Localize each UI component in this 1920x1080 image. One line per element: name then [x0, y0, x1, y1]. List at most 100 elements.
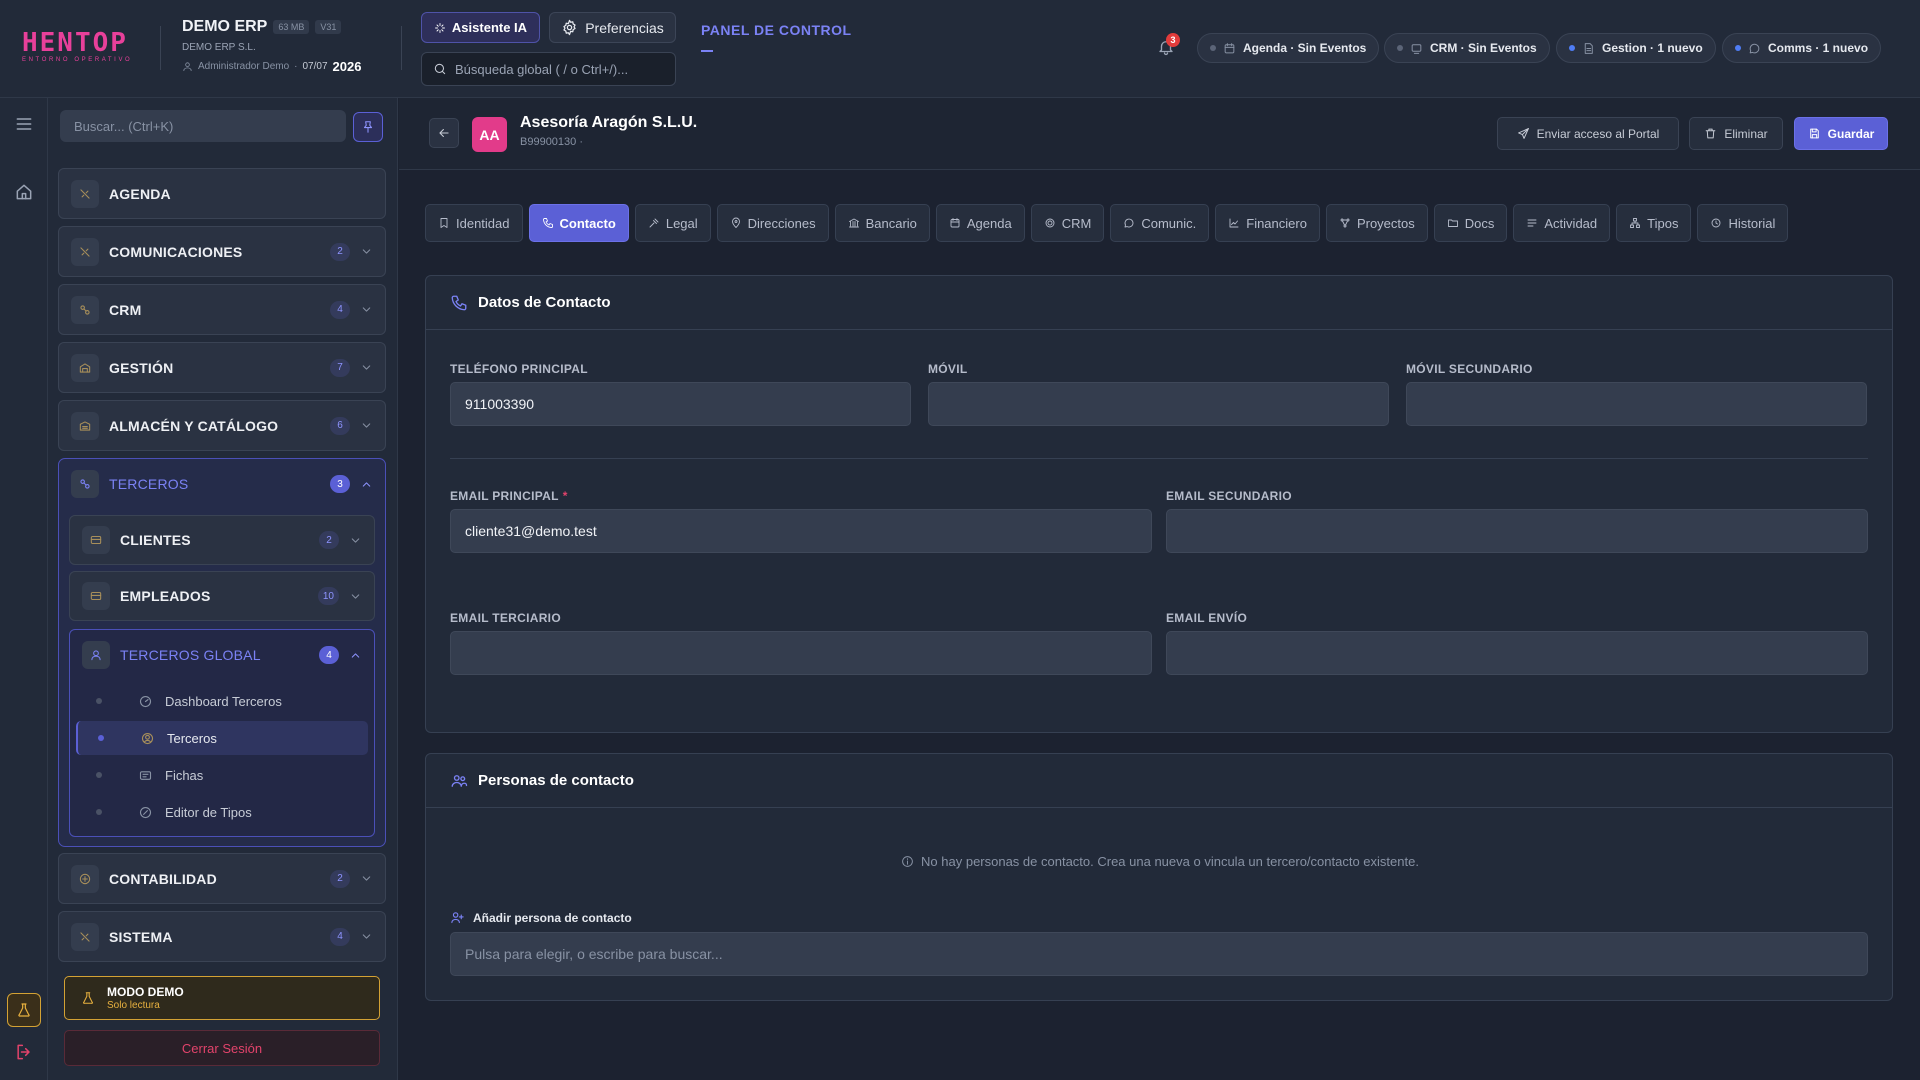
sidebar-leaf-fichas[interactable]: Fichas	[76, 758, 368, 792]
hierarchy-icon	[1630, 218, 1641, 228]
sidebar-search-input[interactable]: Buscar... (Ctrl+K)	[60, 110, 346, 142]
save-button[interactable]: Guardar	[1794, 117, 1888, 150]
sidebar-item-label: SISTEMA	[109, 928, 173, 945]
email3-input[interactable]	[450, 631, 1152, 675]
email-input[interactable]: cliente31@demo.test	[450, 509, 1152, 553]
sidebar-leaf-terceros[interactable]: Terceros	[76, 721, 368, 755]
demo-mode-button[interactable]	[7, 993, 41, 1027]
bullet	[96, 698, 102, 704]
tab-direcciones[interactable]: Direcciones	[716, 204, 829, 242]
target-icon	[1045, 218, 1055, 228]
sidebar-item-count: 2	[319, 531, 339, 549]
sidebar-item-comunicaciones[interactable]: COMUNICACIONES 2	[58, 226, 386, 277]
phone-input[interactable]: 911003390	[450, 382, 911, 426]
sidebar-item-empleados[interactable]: EMPLEADOS 10	[69, 571, 375, 621]
sidebar-item-sistema[interactable]: SISTEMA 4	[58, 911, 386, 962]
module-icon	[71, 864, 99, 893]
trash-icon	[1706, 128, 1716, 139]
tab-actividad[interactable]: Actividad	[1513, 204, 1611, 242]
required-marker: *	[562, 489, 568, 503]
sidebar-item-terceros-global[interactable]: TERCEROS GLOBAL 4	[70, 630, 374, 680]
email-send-input[interactable]	[1166, 631, 1868, 675]
sidebar-item-label: CRM	[109, 301, 142, 318]
record-header: AA Asesoría Aragón S.L.U. B99900130 · En…	[399, 98, 1920, 170]
sidebar-pin-button[interactable]	[353, 112, 383, 142]
sidebar-item-label: TERCEROS GLOBAL	[120, 647, 261, 663]
list-icon	[1527, 219, 1537, 227]
delete-label: Eliminar	[1724, 126, 1768, 141]
chat-icon	[1124, 218, 1134, 228]
status-pill-label: Agenda · Sin Eventos	[1243, 41, 1367, 55]
top-header: HENTOP ENTORNO OPERATIVO DEMO ERP 63 MB …	[0, 0, 1920, 98]
sidebar-item-clientes[interactable]: CLIENTES 2	[69, 515, 375, 565]
status-dot	[1210, 45, 1216, 51]
tab-agenda[interactable]: Agenda	[935, 204, 1025, 242]
crm-icon	[1411, 43, 1422, 54]
logout-button[interactable]: Cerrar Sesión	[64, 1030, 380, 1066]
panel-title[interactable]: PANEL DE CONTROL	[701, 22, 852, 38]
global-search-input[interactable]: Búsqueda global ( / o Ctrl+/)...	[421, 52, 676, 86]
status-pill-gestion[interactable]: Gestion · 1 nuevo	[1556, 33, 1716, 63]
sidebar-item-label: TERCEROS	[109, 476, 189, 492]
size-badge: 63 MB	[273, 20, 310, 34]
sidebar-item-terceros[interactable]: TERCEROS 3	[59, 459, 385, 509]
status-pill-comms[interactable]: Comms · 1 nuevo	[1722, 33, 1882, 63]
home-button[interactable]	[14, 182, 34, 202]
sidebar-item-agenda[interactable]: AGENDA	[58, 168, 386, 219]
sidebar-item-contabilidad[interactable]: CONTABILIDAD 2	[58, 853, 386, 904]
bookmark-icon	[440, 218, 448, 228]
status-pill-crm[interactable]: CRM · Sin Eventos	[1384, 33, 1550, 63]
card-title: Datos de Contacto	[478, 294, 611, 311]
sidebar-item-almacen[interactable]: ALMACÉN Y CATÁLOGO 6	[58, 400, 386, 451]
phone-icon	[542, 218, 553, 228]
card-header: Datos de Contacto	[426, 276, 1892, 330]
company-name: DEMO ERP	[182, 18, 268, 35]
record-name: Asesoría Aragón S.L.U.	[520, 114, 698, 131]
sidebar-item-count: 4	[319, 646, 339, 664]
tab-docs[interactable]: Docs	[1433, 204, 1508, 242]
ai-assistant-button[interactable]: Asistente IA	[421, 12, 540, 43]
sidebar-leaf-editor-tipos[interactable]: Editor de Tipos	[76, 795, 368, 829]
sidebar-item-label: ALMACÉN Y CATÁLOGO	[109, 417, 279, 434]
users-icon	[451, 774, 468, 787]
tab-proyectos[interactable]: Proyectos	[1325, 204, 1428, 242]
tab-tipos[interactable]: Tipos	[1616, 204, 1692, 242]
section-divider	[450, 458, 1868, 459]
tab-identidad[interactable]: Identidad	[425, 204, 523, 242]
module-icon	[71, 179, 99, 208]
add-person-search-input[interactable]: Pulsa para elegir, o escribe para buscar…	[450, 932, 1868, 976]
chevron-down-icon	[360, 303, 373, 316]
logout-rail-button[interactable]	[14, 1042, 34, 1062]
delete-button[interactable]: Eliminar	[1689, 117, 1783, 150]
mobile-label: MÓVIL	[928, 362, 968, 376]
email-send-label: EMAIL ENVÍO	[1166, 611, 1248, 625]
sidebar-leaf-dashboard-terceros[interactable]: Dashboard Terceros	[76, 684, 368, 718]
tab-crm[interactable]: CRM	[1030, 204, 1105, 242]
tab-historial[interactable]: Historial	[1697, 204, 1789, 242]
send-portal-access-button[interactable]: Enviar acceso al Portal	[1497, 117, 1679, 150]
brand-logo[interactable]: HENTOP ENTORNO OPERATIVO	[22, 30, 132, 63]
sidebar-item-crm[interactable]: CRM 4	[58, 284, 386, 335]
sidebar-item-count: 2	[330, 869, 350, 888]
mobile2-input[interactable]	[1406, 382, 1867, 426]
tab-comunicaciones[interactable]: Comunic.	[1110, 204, 1210, 242]
empty-state: No hay personas de contacto. Crea una nu…	[426, 854, 1894, 869]
tab-label: Comunic.	[1141, 215, 1197, 231]
preferences-button[interactable]: Preferencias	[549, 12, 676, 43]
menu-toggle-button[interactable]	[14, 114, 34, 134]
tab-financiero[interactable]: Financiero	[1215, 204, 1320, 242]
tab-bancario[interactable]: Bancario	[834, 204, 930, 242]
sidebar-leaf-label: Dashboard Terceros	[165, 693, 282, 709]
tab-label: CRM	[1061, 215, 1092, 231]
sidebar-item-label: CLIENTES	[120, 532, 191, 548]
tab-legal[interactable]: Legal	[634, 204, 711, 242]
email2-input[interactable]	[1166, 509, 1868, 553]
sidebar-item-label: CONTABILIDAD	[109, 870, 217, 887]
email2-label: EMAIL SECUNDARIO	[1166, 489, 1292, 503]
tab-contacto[interactable]: Contacto	[528, 204, 629, 242]
calendar-icon	[1224, 42, 1235, 53]
mobile-input[interactable]	[928, 382, 1389, 426]
status-pill-agenda[interactable]: Agenda · Sin Eventos	[1197, 33, 1380, 63]
back-button[interactable]	[429, 118, 459, 148]
sidebar-item-gestion[interactable]: GESTIÓN 7	[58, 342, 386, 393]
